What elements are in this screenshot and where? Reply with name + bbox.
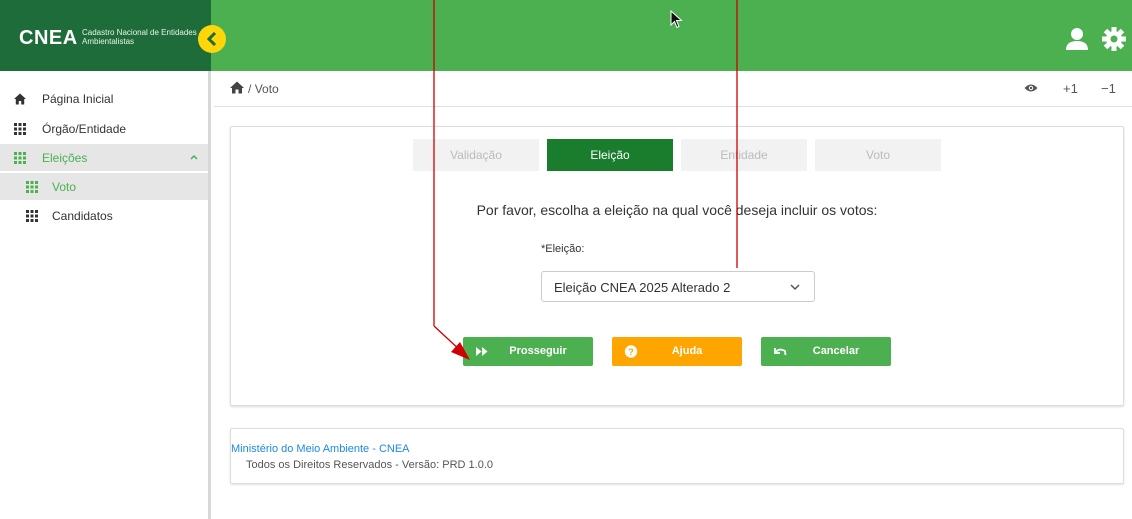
cancel-button-label: Cancelar: [812, 345, 860, 357]
eye-icon[interactable]: [1024, 83, 1038, 93]
step-validacao: Validação: [413, 139, 539, 171]
home-icon: [14, 93, 26, 104]
chevron-left-icon: [206, 32, 217, 46]
brand-subtitle: Cadastro Nacional de Entidades Ambiental…: [82, 28, 197, 46]
help-button[interactable]: ? Ajuda: [612, 337, 742, 366]
election-select[interactable]: Eleição CNEA 2025 Alterado 2: [541, 271, 815, 302]
proceed-button-label: Prosseguir: [509, 345, 567, 357]
chevron-down-icon: [790, 284, 800, 291]
step-eleicao: Eleição: [547, 139, 673, 171]
cancel-button[interactable]: Cancelar: [761, 337, 891, 366]
sidebar-item-voto[interactable]: Voto: [0, 173, 208, 200]
sidebar-item-candidatos[interactable]: Candidatos: [0, 202, 208, 229]
grid-icon: [14, 151, 26, 164]
sidebar-item-label: Órgão/Entidade: [42, 121, 127, 136]
proceed-button[interactable]: Prosseguir: [463, 337, 593, 366]
sidebar-item-label: Eleições: [42, 150, 88, 165]
breadcrumb-label: Voto: [254, 82, 279, 96]
step-voto: Voto: [815, 139, 941, 171]
election-select-value: Eleição CNEA 2025 Alterado 2: [554, 280, 731, 295]
mouse-cursor-icon: [670, 10, 683, 29]
breadcrumb: / Voto +1 −1: [214, 71, 1132, 107]
instruction-text: Por favor, escolha a eleição na qual voc…: [476, 202, 878, 218]
brand-logo[interactable]: CNEA Cadastro Nacional de Entidades Ambi…: [0, 0, 211, 71]
footer-copyright: Todos os Direitos Reservados - Versão: P…: [246, 459, 494, 471]
sidebar-toggle-button[interactable]: [198, 25, 226, 53]
sidebar-item-pagina-inicial[interactable]: Página Inicial: [0, 85, 208, 112]
breadcrumb-current: / Voto: [248, 82, 279, 96]
sidebar-item-label: Página Inicial: [42, 91, 114, 106]
sidebar-item-eleicoes[interactable]: Eleições: [0, 144, 208, 171]
election-field-label: *Eleição:: [541, 243, 585, 255]
home-icon[interactable]: [230, 81, 244, 94]
zoom-out-button[interactable]: −1: [1101, 81, 1116, 96]
sidebar-item-orgao-entidade[interactable]: Órgão/Entidade: [0, 115, 208, 142]
sidebar-item-label: Candidatos: [52, 208, 113, 223]
help-button-label: Ajuda: [671, 345, 703, 357]
footer: Ministério do Meio Ambiente - CNEA Todos…: [230, 428, 1124, 484]
grid-icon: [26, 209, 38, 222]
chevron-up-icon: [190, 154, 198, 160]
brand-title: CNEA: [19, 27, 78, 49]
election-selection-card: Validação Eleição Entidade Voto Por favo…: [230, 126, 1124, 406]
top-header: CNEA Cadastro Nacional de Entidades Ambi…: [0, 0, 1132, 71]
footer-link[interactable]: Ministério do Meio Ambiente - CNEA: [231, 443, 410, 455]
grid-icon: [14, 122, 26, 135]
user-icon[interactable]: [1064, 26, 1090, 52]
sidebar: Página Inicial Órgão/Entidade Eleições V…: [0, 71, 211, 519]
zoom-in-button[interactable]: +1: [1063, 81, 1078, 96]
step-entidade: Entidade: [681, 139, 807, 171]
gear-icon[interactable]: [1100, 25, 1128, 53]
grid-icon: [26, 180, 38, 193]
breadcrumb-separator: /: [248, 82, 252, 96]
sidebar-item-label: Voto: [52, 179, 77, 194]
